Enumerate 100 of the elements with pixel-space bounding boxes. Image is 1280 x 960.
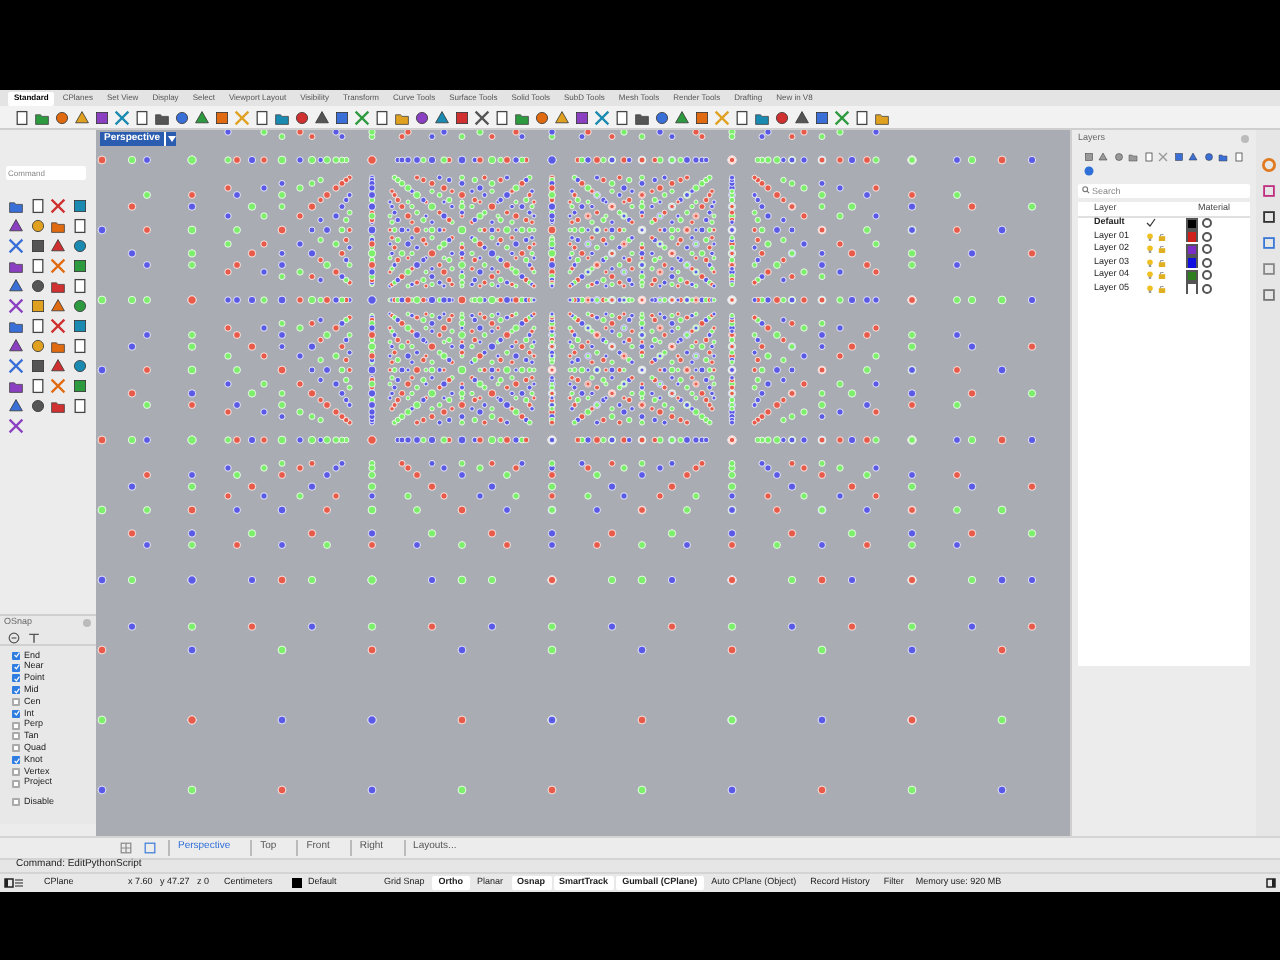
tool-icon[interactable] bbox=[672, 108, 690, 126]
tool-icon[interactable] bbox=[572, 108, 590, 126]
single-view-icon[interactable] bbox=[144, 842, 156, 854]
panel-tab-icon[interactable] bbox=[1261, 210, 1275, 224]
layer-color-swatch[interactable] bbox=[1187, 284, 1197, 293]
tool-icon[interactable] bbox=[50, 298, 66, 314]
tool-icon[interactable] bbox=[872, 108, 890, 126]
tool-icon[interactable] bbox=[732, 108, 750, 126]
tool-icon[interactable] bbox=[29, 258, 45, 274]
tool-icon[interactable] bbox=[532, 108, 550, 126]
tool-icon[interactable] bbox=[8, 338, 24, 354]
layer-color-swatch[interactable] bbox=[1187, 258, 1197, 267]
tool-icon[interactable] bbox=[272, 108, 290, 126]
snap-mode-icon[interactable] bbox=[8, 631, 20, 643]
checkbox[interactable] bbox=[12, 744, 20, 753]
tool-icon[interactable] bbox=[72, 108, 90, 126]
tool-icon[interactable] bbox=[71, 298, 87, 314]
tool-icon[interactable] bbox=[71, 338, 87, 354]
tool-icon[interactable] bbox=[71, 238, 87, 254]
tool-icon[interactable] bbox=[8, 198, 24, 214]
tool-icon[interactable] bbox=[71, 258, 87, 274]
tool-icon[interactable] bbox=[852, 108, 870, 126]
tool-icon[interactable] bbox=[29, 398, 45, 414]
tool-icon[interactable] bbox=[492, 108, 510, 126]
tool-icon[interactable] bbox=[71, 278, 87, 294]
tool-icon[interactable] bbox=[312, 108, 330, 126]
layer-tool-icon[interactable] bbox=[1232, 150, 1244, 162]
lock-icon[interactable] bbox=[1158, 257, 1166, 268]
layer-tool-icon[interactable] bbox=[1112, 150, 1124, 162]
tool-icon[interactable] bbox=[8, 218, 24, 234]
tool-icon[interactable] bbox=[512, 108, 530, 126]
layer-tool-icon[interactable] bbox=[1217, 150, 1229, 162]
layer-tool-icon[interactable] bbox=[1127, 150, 1139, 162]
checkbox[interactable] bbox=[12, 698, 20, 707]
tool-icon[interactable] bbox=[29, 298, 45, 314]
layer-color-swatch[interactable] bbox=[1187, 271, 1197, 280]
tool-icon[interactable] bbox=[792, 108, 810, 126]
grid-layout-icon[interactable] bbox=[120, 842, 132, 854]
tool-icon[interactable] bbox=[392, 108, 410, 126]
tool-icon[interactable] bbox=[71, 358, 87, 374]
tool-icon[interactable] bbox=[372, 108, 390, 126]
tool-icon[interactable] bbox=[8, 298, 24, 314]
tool-icon[interactable] bbox=[29, 318, 45, 334]
checkbox[interactable] bbox=[12, 798, 20, 807]
tool-icon[interactable] bbox=[692, 108, 710, 126]
tool-icon[interactable] bbox=[8, 318, 24, 334]
tool-icon[interactable] bbox=[29, 198, 45, 214]
layer-color-swatch[interactable] bbox=[1187, 245, 1197, 254]
tool-icon[interactable] bbox=[29, 338, 45, 354]
checkbox[interactable] bbox=[12, 767, 20, 776]
caret-icon[interactable] bbox=[164, 132, 177, 146]
checkbox[interactable] bbox=[12, 732, 20, 741]
tool-icon[interactable] bbox=[50, 398, 66, 414]
tool-icon[interactable] bbox=[50, 198, 66, 214]
tool-icon[interactable] bbox=[632, 108, 650, 126]
tool-icon[interactable] bbox=[172, 108, 190, 126]
layer-color-swatch[interactable] bbox=[1187, 219, 1197, 228]
tool-icon[interactable] bbox=[332, 108, 350, 126]
tool-icon[interactable] bbox=[8, 258, 24, 274]
tool-icon[interactable] bbox=[192, 108, 210, 126]
current-layer-check-icon[interactable] bbox=[1146, 218, 1156, 229]
tool-icon[interactable] bbox=[412, 108, 430, 126]
tool-icon[interactable] bbox=[8, 418, 24, 434]
lock-icon[interactable] bbox=[1158, 244, 1166, 255]
tool-icon[interactable] bbox=[752, 108, 770, 126]
tool-icon[interactable] bbox=[552, 108, 570, 126]
tool-icon[interactable] bbox=[71, 218, 87, 234]
tool-icon[interactable] bbox=[612, 108, 630, 126]
lock-icon[interactable] bbox=[1158, 283, 1166, 294]
tool-icon[interactable] bbox=[452, 108, 470, 126]
tool-icon[interactable] bbox=[8, 278, 24, 294]
tool-icon[interactable] bbox=[12, 108, 30, 126]
lightbulb-icon[interactable] bbox=[1146, 244, 1154, 255]
layer-tool-icon[interactable] bbox=[1187, 150, 1199, 162]
tool-icon[interactable] bbox=[132, 108, 150, 126]
tool-icon[interactable] bbox=[32, 108, 50, 126]
layer-tool-icon[interactable] bbox=[1082, 165, 1094, 177]
sidebar-toggle-icon[interactable] bbox=[4, 878, 14, 888]
tool-icon[interactable] bbox=[50, 338, 66, 354]
tool-icon[interactable] bbox=[71, 378, 87, 394]
lightbulb-icon[interactable] bbox=[1146, 283, 1154, 294]
tool-icon[interactable] bbox=[50, 358, 66, 374]
tool-icon[interactable] bbox=[8, 378, 24, 394]
layer-tool-icon[interactable] bbox=[1172, 150, 1184, 162]
layer-tool-icon[interactable] bbox=[1097, 150, 1109, 162]
checkbox[interactable] bbox=[12, 779, 20, 788]
lightbulb-icon[interactable] bbox=[1146, 257, 1154, 268]
tool-icon[interactable] bbox=[472, 108, 490, 126]
layer-tool-icon[interactable] bbox=[1082, 150, 1094, 162]
tool-icon[interactable] bbox=[50, 278, 66, 294]
tool-icon[interactable] bbox=[212, 108, 230, 126]
tool-icon[interactable] bbox=[252, 108, 270, 126]
layer-tool-icon[interactable] bbox=[1202, 150, 1214, 162]
tool-icon[interactable] bbox=[29, 378, 45, 394]
tool-icon[interactable] bbox=[92, 108, 110, 126]
lightbulb-icon[interactable] bbox=[1146, 270, 1154, 281]
tool-icon[interactable] bbox=[71, 398, 87, 414]
tool-icon[interactable] bbox=[29, 218, 45, 234]
tool-icon[interactable] bbox=[432, 108, 450, 126]
tool-icon[interactable] bbox=[50, 218, 66, 234]
